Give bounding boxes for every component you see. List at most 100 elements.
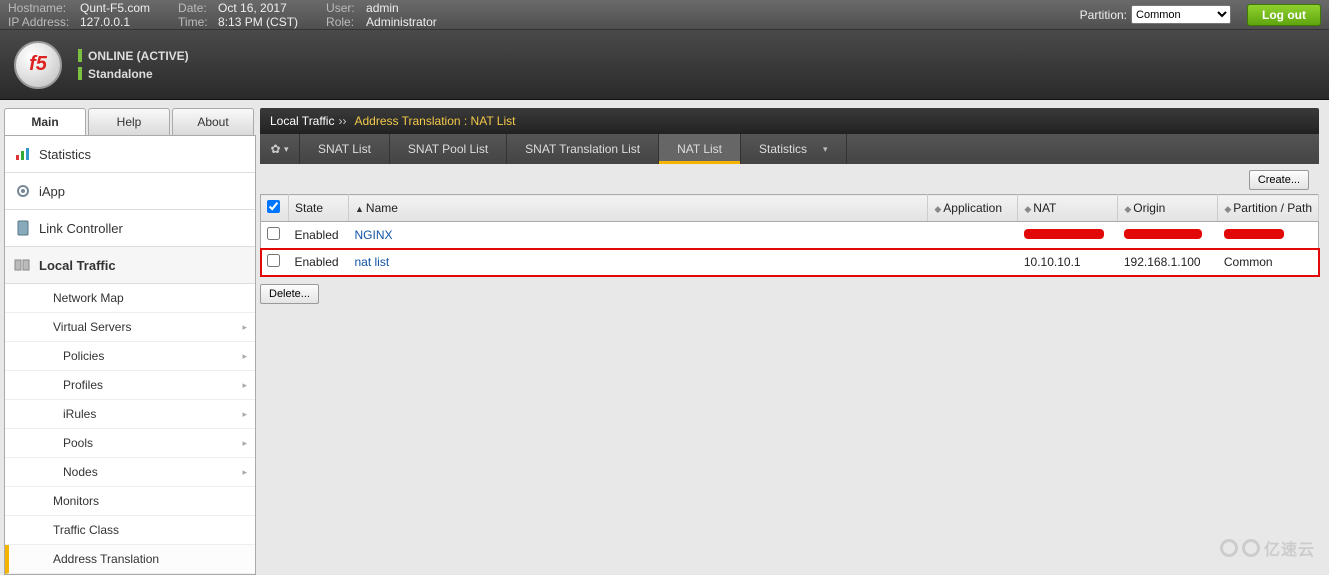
tabstrip: ✿ ▾ SNAT List SNAT Pool List SNAT Transl… [260,134,1319,164]
delete-button[interactable]: Delete... [260,284,319,304]
crumb-root: Local Traffic [270,114,334,128]
chevron-right-icon: ▸ [242,467,247,478]
row-checkbox[interactable] [267,227,280,240]
sort-icon: ◆ [1124,204,1131,214]
left-panel: Main Help About Statistics iApp Link Con… [0,100,260,570]
subnav-traffic-class[interactable]: Traffic Class [5,516,255,545]
cell-origin [1118,222,1218,249]
nav-label: iApp [39,184,65,199]
sort-asc-icon: ▲ [355,204,364,214]
subnav-virtual-servers[interactable]: Virtual Servers▸ [5,313,255,342]
tab-snat-list[interactable]: SNAT List [300,134,390,164]
left-nav: Statistics iApp Link Controller Local Tr… [4,135,256,575]
server-icon [13,220,33,236]
tab-snat-pool-list[interactable]: SNAT Pool List [390,134,507,164]
cell-nat [1018,222,1118,249]
date-label: Date: [178,1,218,15]
col-partition[interactable]: ◆Partition / Path [1218,195,1319,222]
cell-origin: 192.168.1.100 [1118,249,1218,276]
gear-icon [13,183,33,199]
time-label: Time: [178,15,218,29]
role-label: Role: [326,15,366,29]
nav-iapp[interactable]: iApp [5,173,255,210]
time-value: 8:13 PM (CST) [218,15,298,29]
breadcrumb: Local Traffic ›› Address Translation : N… [260,108,1319,134]
partition-select[interactable]: Common [1131,5,1231,24]
sort-icon: ◆ [934,204,941,214]
col-application[interactable]: ◆Application [928,195,1018,222]
left-tabs: Main Help About [4,108,256,135]
cell-name-link[interactable]: NGINX [349,222,928,249]
tab-nat-list[interactable]: NAT List [659,134,741,164]
crumb-sep-icon: ›› [338,114,346,128]
logout-button[interactable]: Log out [1247,4,1321,26]
datetime-group: Date:Oct 16, 2017 Time:8:13 PM (CST) [178,1,298,29]
subnav-network-map[interactable]: Network Map [5,284,255,313]
tab-main[interactable]: Main [4,108,86,135]
host-group: Hostname:Qunt-F5.com IP Address:127.0.0.… [8,1,150,29]
subnav-profiles[interactable]: Profiles▸ [5,371,255,400]
cell-application [928,222,1018,249]
role-value: Administrator [366,15,437,29]
f5-logo: f5 [14,41,62,89]
col-state[interactable]: State [289,195,349,222]
status-texts: ONLINE (ACTIVE) Standalone [78,47,189,83]
table-header-row: State ▲Name ◆Application ◆NAT ◆Origin ◆P… [261,195,1319,222]
select-all-checkbox[interactable] [267,200,280,213]
chevron-right-icon: ▸ [242,409,247,420]
servers-icon [13,257,33,273]
status-indicator-icon [78,49,82,62]
subnav-nodes[interactable]: Nodes▸ [5,458,255,487]
user-group: User:admin Role:Administrator [326,1,437,29]
cell-application [928,249,1018,276]
redacted-mark [1024,229,1104,239]
redacted-mark [1224,229,1284,239]
top-bar: Hostname:Qunt-F5.com IP Address:127.0.0.… [0,0,1329,30]
subnav-monitors[interactable]: Monitors [5,487,255,516]
chart-icon [13,146,33,162]
ip-value: 127.0.0.1 [80,15,130,29]
status-bar: f5 ONLINE (ACTIVE) Standalone [0,30,1329,100]
nav-label: Statistics [39,147,91,162]
col-nat[interactable]: ◆NAT [1018,195,1118,222]
nav-local-traffic[interactable]: Local Traffic [5,247,255,284]
sub-nav: Network Map Virtual Servers▸ Policies▸ P… [5,284,255,574]
chevron-right-icon: ▸ [242,322,247,333]
row-checkbox[interactable] [267,254,280,267]
cell-nat: 10.10.10.1 [1018,249,1118,276]
ip-label: IP Address: [8,15,80,29]
nav-link-controller[interactable]: Link Controller [5,210,255,247]
content-area: Create... State ▲Name ◆Application ◆NAT … [260,164,1319,306]
subnav-pools[interactable]: Pools▸ [5,429,255,458]
user-label: User: [326,1,366,15]
user-value: admin [366,1,399,15]
subnav-irules[interactable]: iRules▸ [5,400,255,429]
crumb-current: Address Translation : NAT List [354,114,515,128]
chevron-right-icon: ▸ [242,351,247,362]
tab-statistics[interactable]: Statistics▾ [741,134,847,164]
tab-about[interactable]: About [172,108,254,135]
content-panel: Local Traffic ›› Address Translation : N… [260,100,1329,570]
partition-label: Partition: [1080,8,1127,22]
cell-name-link[interactable]: nat list [349,249,928,276]
table-row: Enabled nat list 10.10.10.1 192.168.1.10… [261,249,1319,276]
gear-icon: ✿ [271,142,281,156]
nav-label: Local Traffic [39,258,116,273]
status-line-1: ONLINE (ACTIVE) [88,47,189,65]
nav-label: Link Controller [39,221,123,236]
settings-menu[interactable]: ✿ ▾ [260,134,300,164]
col-origin[interactable]: ◆Origin [1118,195,1218,222]
nav-statistics[interactable]: Statistics [5,136,255,173]
tab-help[interactable]: Help [88,108,170,135]
cell-partition [1218,222,1319,249]
subnav-policies[interactable]: Policies▸ [5,342,255,371]
col-checkbox [261,195,289,222]
create-button[interactable]: Create... [1249,170,1309,190]
col-name[interactable]: ▲Name [349,195,928,222]
sort-icon: ◆ [1224,204,1231,214]
chevron-right-icon: ▸ [242,438,247,449]
hostname-value: Qunt-F5.com [80,1,150,15]
tab-snat-translation-list[interactable]: SNAT Translation List [507,134,659,164]
cell-state: Enabled [289,222,349,249]
table-row: Enabled NGINX [261,222,1319,249]
